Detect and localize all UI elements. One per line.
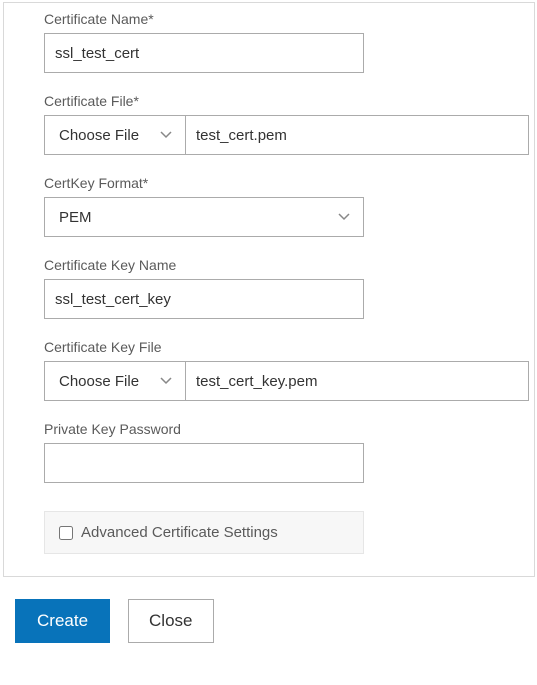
choose-file-label: Choose File bbox=[59, 373, 139, 390]
certificate-file-choose-button[interactable]: Choose File bbox=[44, 115, 186, 155]
private-key-password-label: Private Key Password bbox=[44, 421, 506, 437]
chevron-down-icon bbox=[337, 210, 351, 224]
certificate-file-label: Certificate File* bbox=[44, 93, 506, 109]
certificate-file-name[interactable]: test_cert.pem bbox=[186, 115, 529, 155]
certificate-key-file-label: Certificate Key File bbox=[44, 339, 506, 355]
private-key-password-input[interactable] bbox=[44, 443, 364, 483]
certificate-file-group: Certificate File* Choose File test_cert.… bbox=[44, 93, 506, 155]
certificate-key-name-group: Certificate Key Name bbox=[44, 257, 506, 319]
advanced-settings-checkbox[interactable] bbox=[59, 526, 73, 540]
certificate-name-group: Certificate Name* bbox=[44, 11, 506, 73]
certkey-format-select[interactable]: PEM bbox=[44, 197, 364, 237]
certificate-key-file-name[interactable]: test_cert_key.pem bbox=[186, 361, 529, 401]
certificate-form-panel: Certificate Name* Certificate File* Choo… bbox=[3, 2, 535, 577]
certificate-key-name-input[interactable] bbox=[44, 279, 364, 319]
private-key-password-group: Private Key Password bbox=[44, 421, 506, 483]
chevron-down-icon bbox=[159, 374, 173, 388]
certkey-format-value: PEM bbox=[59, 209, 92, 226]
choose-file-label: Choose File bbox=[59, 127, 139, 144]
certificate-name-input[interactable] bbox=[44, 33, 364, 73]
create-button[interactable]: Create bbox=[15, 599, 110, 643]
close-button[interactable]: Close bbox=[128, 599, 213, 643]
certkey-format-label: CertKey Format* bbox=[44, 175, 506, 191]
advanced-settings-box[interactable]: Advanced Certificate Settings bbox=[44, 511, 364, 554]
certkey-format-group: CertKey Format* PEM bbox=[44, 175, 506, 237]
certificate-key-file-row: Choose File test_cert_key.pem bbox=[44, 361, 529, 401]
certificate-key-file-choose-button[interactable]: Choose File bbox=[44, 361, 186, 401]
certificate-key-file-group: Certificate Key File Choose File test_ce… bbox=[44, 339, 506, 401]
certificate-file-row: Choose File test_cert.pem bbox=[44, 115, 529, 155]
certificate-name-label: Certificate Name* bbox=[44, 11, 506, 27]
certificate-key-name-label: Certificate Key Name bbox=[44, 257, 506, 273]
advanced-settings-label: Advanced Certificate Settings bbox=[81, 524, 278, 541]
chevron-down-icon bbox=[159, 128, 173, 142]
button-row: Create Close bbox=[15, 599, 537, 643]
form-body: Certificate Name* Certificate File* Choo… bbox=[4, 3, 534, 554]
